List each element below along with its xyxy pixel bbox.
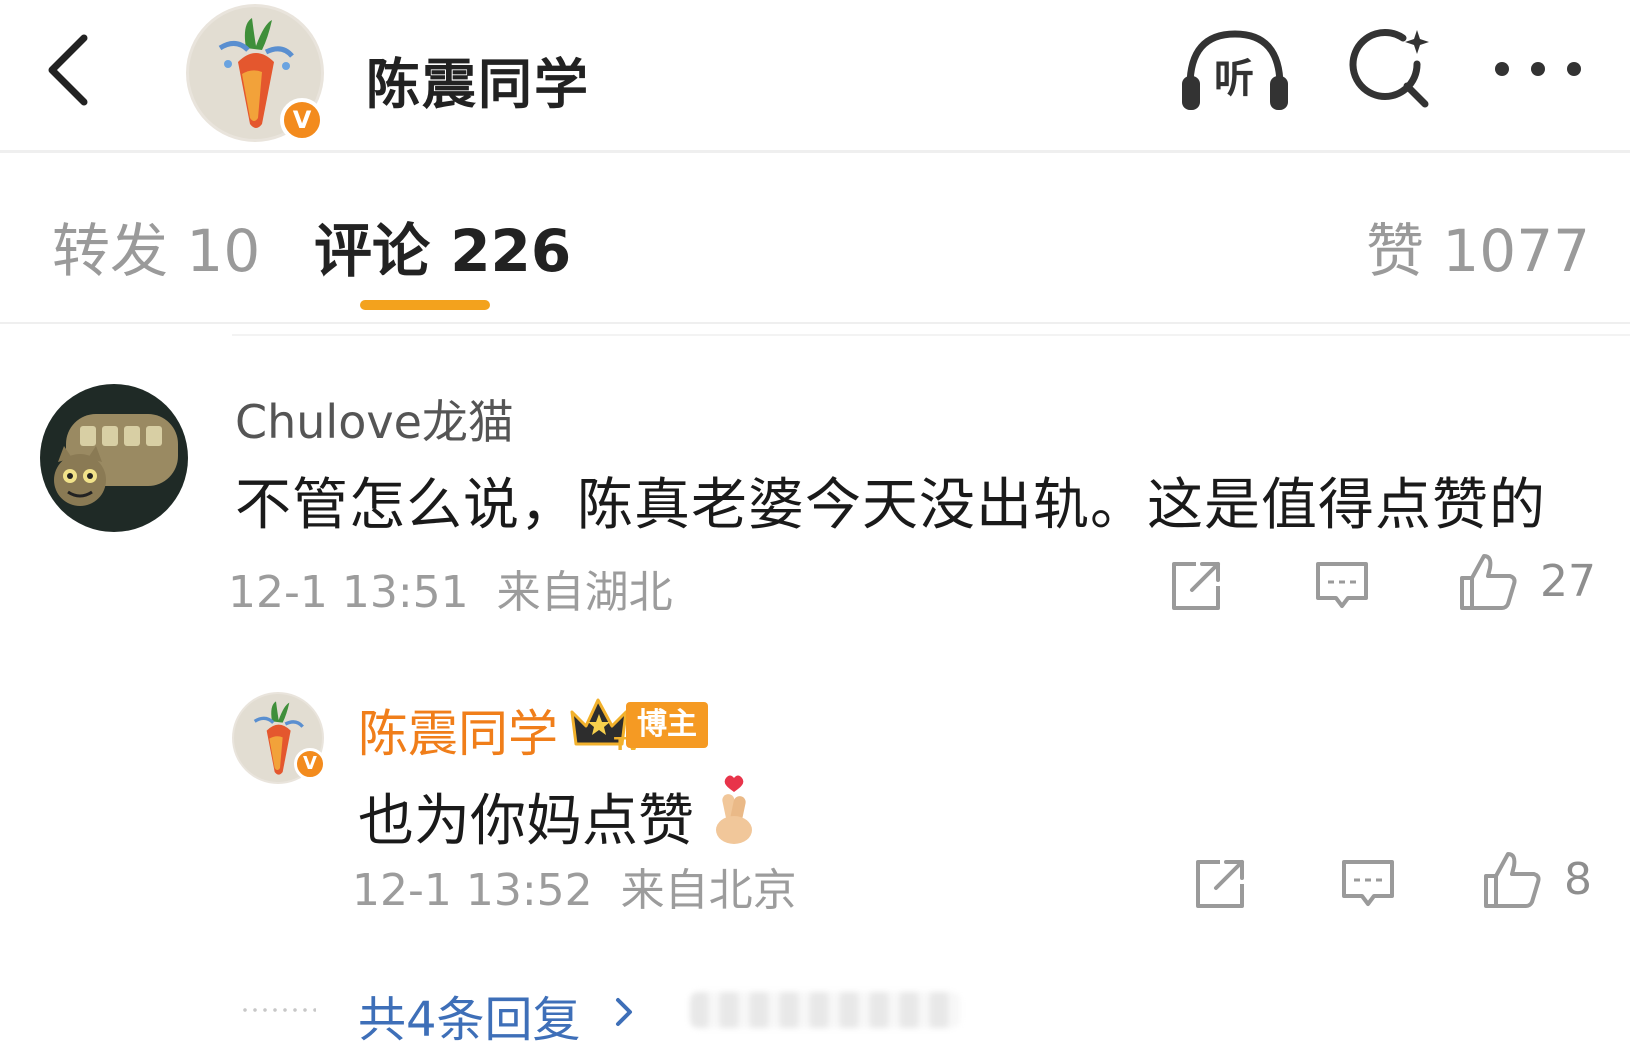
chevron-right-icon[interactable] [612, 994, 636, 1030]
commenter-name[interactable]: Chulove龙猫 [235, 386, 514, 452]
search-sparkle-icon[interactable] [1345, 24, 1435, 114]
tab-comments[interactable]: 评论 226 [314, 204, 571, 288]
finger-heart-emoji-icon [710, 774, 758, 846]
active-tab-indicator [360, 300, 490, 310]
blogger-badge: 博主 [626, 702, 708, 748]
reply-icon[interactable] [1312, 556, 1372, 616]
view-replies-link[interactable]: 共4条回复 [358, 980, 581, 1042]
comment-location: 来自湖北 [496, 567, 673, 618]
comment-meta: 12-1 13:51 来自湖北 [228, 556, 673, 620]
verified-badge: V [280, 98, 324, 142]
listen-label: 听 [1214, 56, 1254, 102]
comment-time: 12-1 13:51 [228, 567, 469, 618]
reply-author-name[interactable]: 陈震同学 [358, 694, 558, 766]
blurred-content [690, 992, 960, 1028]
reply-text: 也为你妈点赞 [358, 789, 694, 854]
like-count: 8 [1564, 854, 1592, 905]
verified-badge: V [294, 748, 326, 780]
comment-item: Chulove龙猫 不管怎么说，陈真老婆今天没出轨。这是值得点赞的 12-1 1… [0, 380, 1630, 660]
commenter-avatar[interactable] [40, 384, 188, 532]
header-divider [0, 150, 1630, 153]
tabs-divider [0, 322, 1630, 324]
author-avatar[interactable]: V [186, 4, 324, 142]
like-icon[interactable] [1456, 550, 1517, 610]
reply-item: V 陈震同学 TV 博主 也为你妈点赞 12-1 13:52 来自北京 [0, 688, 1630, 958]
tab-bar: 转发 10 评论 226 赞 1077 [0, 190, 1630, 320]
comment-text: 不管怎么说，陈真老婆今天没出轨。这是值得点赞的 [235, 473, 1546, 538]
top-nav-bar: V 陈震同学 听 [0, 0, 1630, 150]
reply-location: 来自北京 [620, 865, 797, 916]
view-replies-row: 共4条回复 [0, 978, 1630, 1042]
catbus-avatar-image [40, 384, 188, 532]
share-icon[interactable] [1190, 854, 1250, 914]
more-icon[interactable] [1490, 46, 1586, 92]
like-count: 27 [1540, 556, 1596, 607]
listen-button[interactable]: 听 [1180, 24, 1290, 114]
tab-likes[interactable]: 赞 1077 [1366, 204, 1590, 288]
dotted-connector [240, 1008, 316, 1012]
share-icon[interactable] [1166, 556, 1226, 616]
reply-icon[interactable] [1338, 854, 1398, 914]
page-title: 陈震同学 [366, 53, 590, 116]
reply-time: 12-1 13:52 [352, 865, 593, 916]
reply-avatar[interactable]: V [232, 692, 326, 784]
like-icon[interactable] [1480, 848, 1541, 908]
tab-repost[interactable]: 转发 10 [52, 204, 260, 288]
back-icon[interactable] [40, 30, 100, 110]
comment-divider [232, 334, 1630, 336]
reply-meta: 12-1 13:52 来自北京 [352, 854, 797, 918]
